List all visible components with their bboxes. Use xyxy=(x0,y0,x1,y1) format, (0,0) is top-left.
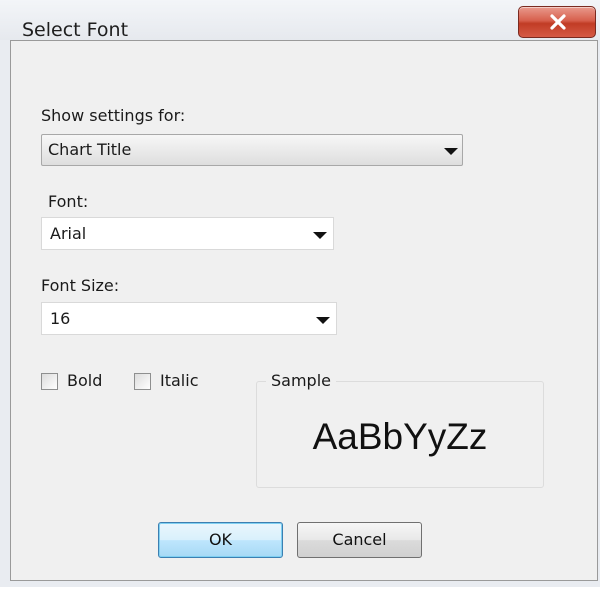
sample-label: Sample xyxy=(266,371,336,390)
font-dropdown[interactable]: Arial xyxy=(41,217,334,250)
show-settings-dropdown[interactable]: Chart Title xyxy=(41,134,463,166)
close-icon xyxy=(550,14,566,30)
font-size-label: Font Size: xyxy=(41,276,120,295)
chevron-down-icon xyxy=(313,232,327,239)
font-size-value: 16 xyxy=(50,309,71,328)
chevron-down-icon xyxy=(316,317,330,324)
show-settings-value: Chart Title xyxy=(48,140,132,159)
ok-button[interactable]: OK xyxy=(158,522,283,558)
show-settings-label: Show settings for: xyxy=(41,106,186,125)
cancel-button[interactable]: Cancel xyxy=(297,522,422,558)
font-size-dropdown[interactable]: 16 xyxy=(41,302,337,335)
italic-checkbox[interactable] xyxy=(134,373,151,390)
font-value: Arial xyxy=(50,224,87,243)
select-font-dialog: Select Font Show settings for: Chart Tit… xyxy=(0,0,600,587)
bold-checkbox[interactable] xyxy=(41,373,58,390)
window-title: Select Font xyxy=(22,19,129,41)
sample-preview-text: AaBbYyZz xyxy=(312,416,488,457)
bold-label[interactable]: Bold xyxy=(67,371,102,390)
italic-label[interactable]: Italic xyxy=(160,371,198,390)
chevron-down-icon xyxy=(444,148,458,155)
close-button[interactable] xyxy=(518,6,596,38)
font-label: Font: xyxy=(48,192,89,211)
title-bar[interactable]: Select Font xyxy=(0,0,600,41)
